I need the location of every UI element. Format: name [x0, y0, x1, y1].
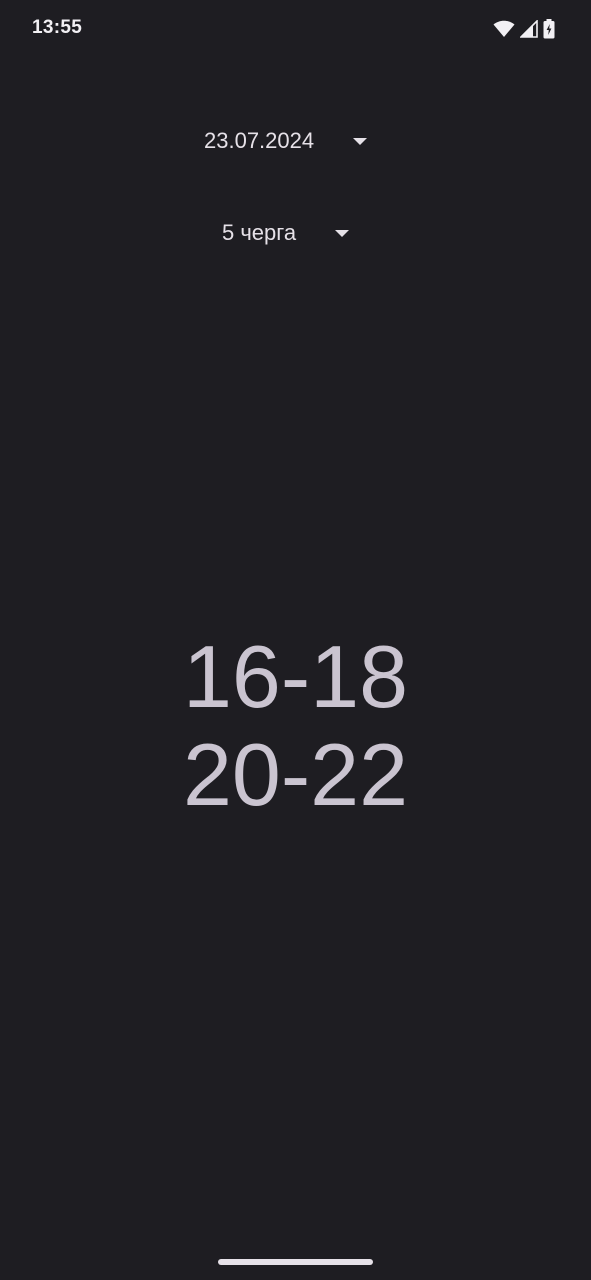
cellular-signal-icon — [520, 20, 538, 38]
wifi-icon — [493, 20, 515, 38]
gesture-navigation-handle[interactable] — [218, 1259, 373, 1265]
queue-dropdown[interactable]: 5 черга — [222, 218, 350, 248]
outage-schedule: 16-18 20-22 — [0, 628, 591, 824]
battery-charging-icon — [543, 19, 555, 39]
app-screen: 13:55 23.07.2024 5 черга 16-18 20-22 — [0, 0, 591, 1280]
status-bar: 13:55 — [0, 0, 591, 60]
status-icons — [493, 18, 555, 40]
status-time: 13:55 — [32, 17, 83, 38]
queue-dropdown-value: 5 черга — [222, 220, 297, 245]
schedule-slot: 20-22 — [182, 725, 409, 824]
date-dropdown[interactable]: 23.07.2024 — [204, 126, 368, 156]
dropdown-arrow-icon — [335, 229, 350, 237]
schedule-slot: 16-18 — [182, 627, 409, 726]
date-dropdown-value: 23.07.2024 — [204, 128, 315, 153]
dropdown-arrow-icon — [353, 137, 368, 145]
